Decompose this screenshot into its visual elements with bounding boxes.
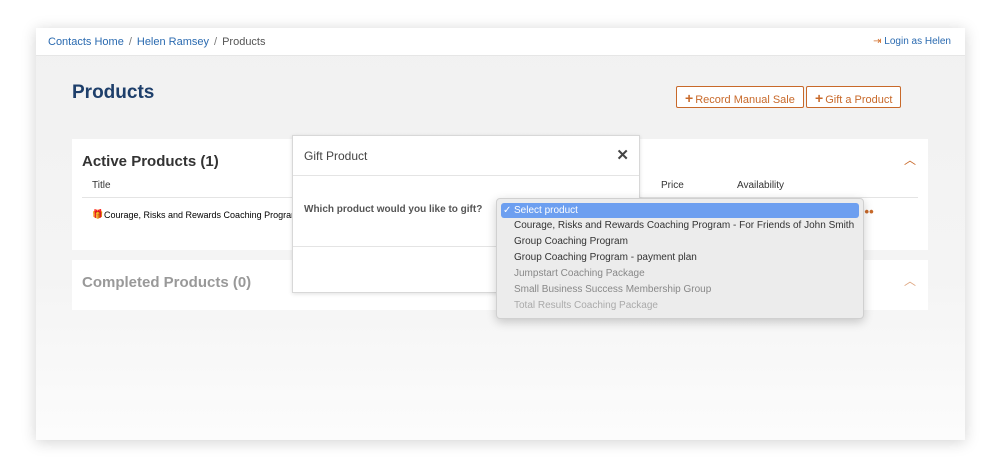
record-manual-sale-button[interactable]: + Record Manual Sale: [676, 86, 804, 108]
breadcrumb: Contacts Home / Helen Ramsey / Products: [48, 36, 266, 48]
login-as-link[interactable]: ⇥ Login as Helen: [873, 36, 951, 47]
collapse-chevron-icon[interactable]: ︿: [904, 151, 916, 168]
col-price: Price: [661, 180, 684, 191]
gift-icon: 🎁: [92, 209, 104, 219]
top-bar: Contacts Home / Helen Ramsey / Products ⇥ Lo…: [36, 28, 965, 56]
checkmark-icon: ✓: [503, 205, 512, 216]
product-dropdown-list: ✓ Select product Courage, Risks and Rewar…: [496, 198, 864, 319]
dropdown-option[interactable]: Group Coaching Program - payment plan: [497, 250, 863, 266]
button-label: Gift a Product: [825, 94, 893, 106]
dropdown-option[interactable]: Small Business Success Membership Group: [497, 282, 863, 298]
button-label: Record Manual Sale: [695, 94, 795, 106]
breadcrumb-contacts-home[interactable]: Contacts Home: [48, 36, 124, 48]
modal-title: Gift Product: [304, 149, 368, 163]
dropdown-option[interactable]: Total Results Coaching Package: [497, 298, 863, 314]
plus-icon: +: [685, 90, 694, 106]
col-availability: Availability: [737, 180, 785, 191]
breadcrumb-helen-ramsey[interactable]: Helen Ramsey: [137, 36, 209, 48]
divider: [293, 175, 639, 176]
breadcrumb-current: Products: [222, 36, 266, 48]
collapse-chevron-icon[interactable]: ︿: [904, 272, 916, 289]
plus-icon: +: [815, 90, 824, 106]
dropdown-option[interactable]: Jumpstart Coaching Package: [497, 266, 863, 282]
sign-in-icon: ⇥: [873, 36, 882, 47]
gift-question-label: Which product would you like to gift?: [304, 204, 483, 215]
option-select-product[interactable]: ✓ Select product: [501, 203, 859, 218]
close-icon[interactable]: ✕: [616, 146, 629, 164]
dropdown-option[interactable]: Group Coaching Program: [497, 234, 863, 250]
login-label: Login as Helen: [884, 36, 951, 47]
active-products-title: Active Products (1): [82, 153, 219, 170]
page-title: Products: [72, 82, 155, 103]
completed-products-title: Completed Products (0): [82, 274, 252, 291]
col-title: Title: [92, 180, 111, 191]
product-title[interactable]: Courage, Risks and Rewards Coaching Prog…: [104, 210, 299, 220]
app-window: Contacts Home / Helen Ramsey / Products ⇥ Lo…: [36, 28, 965, 440]
dropdown-option[interactable]: Courage, Risks and Rewards Coaching Prog…: [497, 218, 863, 234]
option-label: Select product: [514, 205, 578, 216]
gift-product-button[interactable]: + Gift a Product: [806, 86, 902, 108]
